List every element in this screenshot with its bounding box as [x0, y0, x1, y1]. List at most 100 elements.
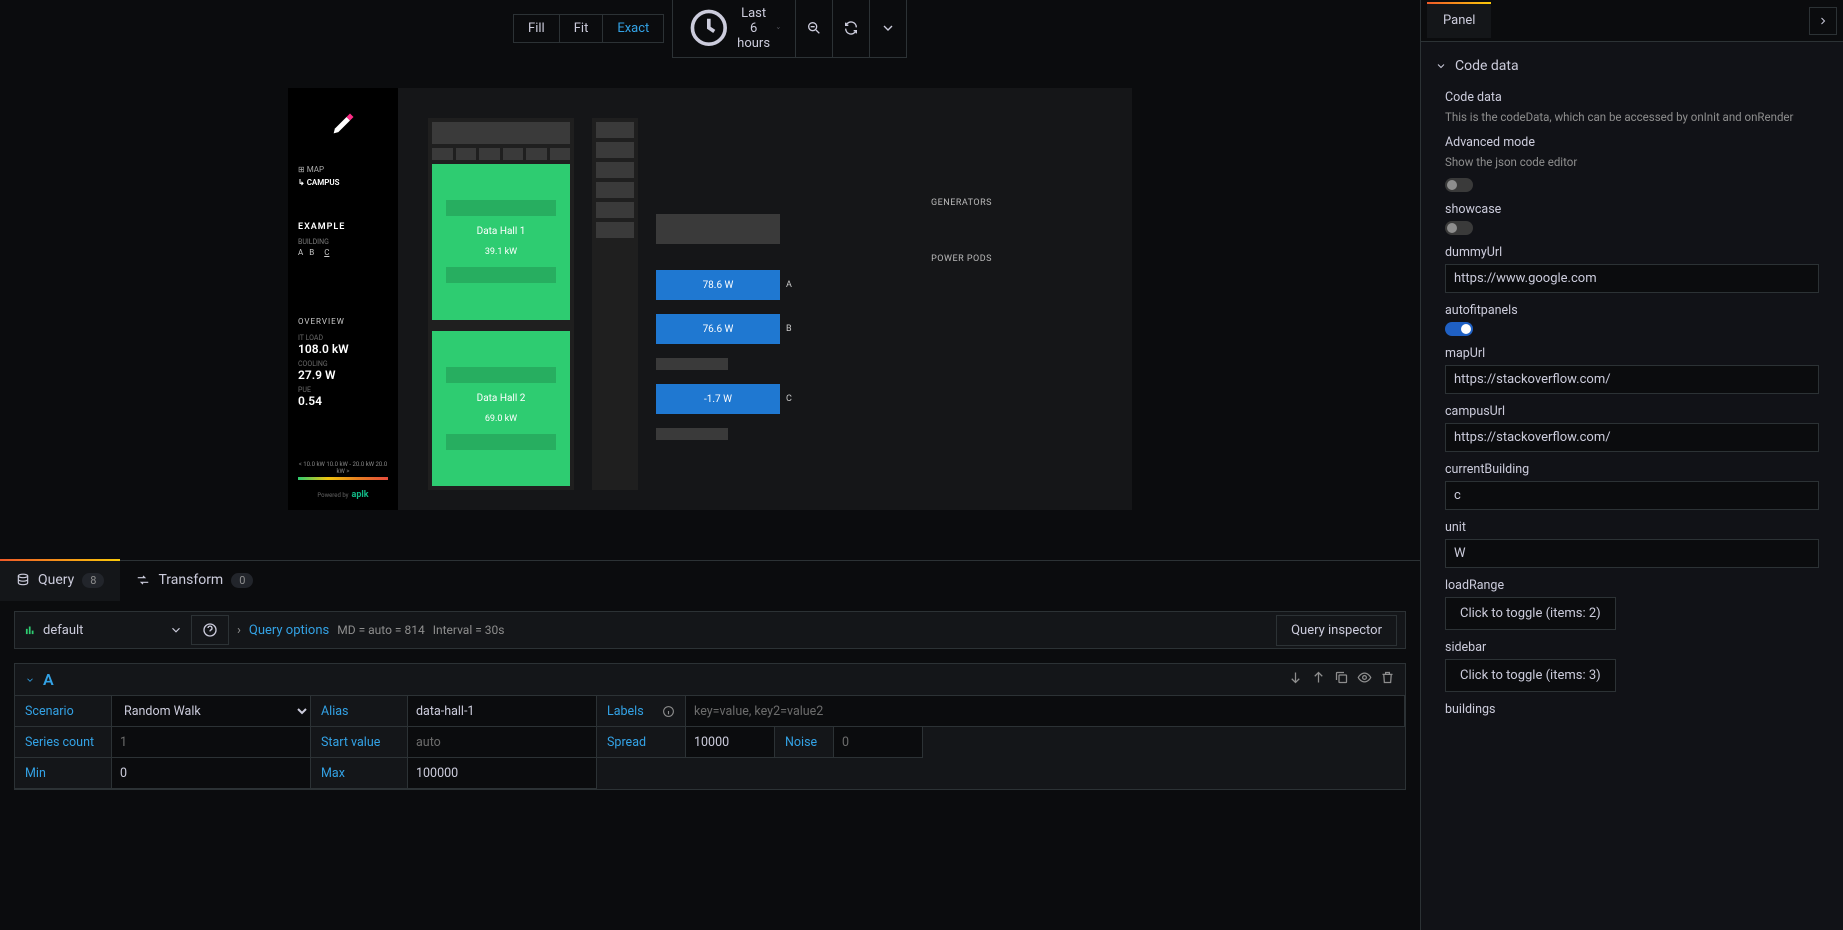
building-selector: ABC — [288, 246, 398, 257]
currentbuilding-label: currentBuilding — [1445, 462, 1819, 477]
editor-toolbar: Fill Fit Exact Last 6 hours — [0, 0, 1420, 56]
query-inspector-button[interactable]: Query inspector — [1276, 615, 1397, 646]
power-pod-empty-2 — [656, 428, 1112, 440]
field-alias-label: Alias — [310, 695, 408, 727]
datasource-icon — [23, 623, 37, 637]
clock-icon — [687, 6, 731, 50]
refresh-icon — [843, 20, 859, 36]
advanced-mode-desc: Show the json code editor — [1445, 154, 1819, 170]
field-labels-input[interactable] — [685, 695, 1405, 727]
panel-preview-area: ⊞ MAP ↳ CAMPUS EXAMPLE BUILDING ABC OVER… — [0, 56, 1420, 554]
showcase-toggle[interactable] — [1445, 221, 1473, 235]
building-heading: BUILDING — [288, 238, 398, 246]
advanced-mode-toggle[interactable] — [1445, 178, 1473, 192]
loadrange-toggle-button[interactable]: Click to toggle (items: 2) — [1445, 597, 1616, 630]
info-icon[interactable] — [662, 705, 675, 718]
mapurl-label: mapUrl — [1445, 346, 1819, 361]
section-code-data[interactable]: Code data — [1421, 48, 1843, 84]
field-start-value-input[interactable] — [407, 726, 597, 758]
power-pod-c: -1.7 WC — [656, 384, 1112, 414]
code-data-desc: This is the codeData, which can be acces… — [1445, 109, 1819, 125]
editor-tabs: Query 8 Transform 0 — [0, 561, 1420, 601]
toggle-visibility-button[interactable] — [1357, 670, 1372, 689]
exact-button[interactable]: Exact — [603, 14, 664, 43]
refresh-interval-button[interactable] — [870, 0, 907, 58]
unit-input[interactable] — [1445, 539, 1819, 568]
field-series-count-label: Series count — [14, 726, 112, 758]
unit-label: unit — [1445, 520, 1819, 535]
field-scenario-select[interactable]: Random Walk — [111, 695, 311, 727]
field-min-label: Min — [14, 757, 112, 789]
brush-icon — [329, 110, 357, 138]
query-name: A — [43, 670, 54, 689]
chevron-down-icon[interactable] — [25, 675, 35, 685]
zoom-out-button[interactable] — [796, 0, 833, 58]
datasource-select[interactable]: default — [23, 623, 183, 638]
power-pod-b: 76.6 WB — [656, 314, 1112, 344]
move-down-button[interactable] — [1288, 670, 1303, 689]
duplicate-button[interactable] — [1334, 670, 1349, 689]
options-sidebar: Panel Code data Code data This is the co… — [1420, 0, 1843, 930]
editor-lower-pane: Query 8 Transform 0 default — [0, 560, 1420, 930]
data-halls-column: Data Hall 1 39.1 kW Data Hall 2 69.0 kW — [428, 118, 574, 490]
data-hall-2: Data Hall 2 69.0 kW — [432, 331, 570, 487]
field-spread-input[interactable] — [685, 726, 775, 758]
query-row-a: A Scenario Random Walk Alias — [14, 663, 1406, 790]
query-options-toggle[interactable]: Query options — [249, 623, 329, 638]
field-scenario-label: Scenario — [14, 695, 112, 727]
expand-sidebar-button[interactable] — [1809, 7, 1837, 35]
help-icon — [202, 622, 218, 638]
chevron-down-icon — [169, 623, 183, 637]
buildings-label: buildings — [1445, 702, 1819, 717]
autofitpanels-toggle[interactable] — [1445, 322, 1473, 336]
power-pod-empty-1 — [656, 358, 1112, 370]
panel-frame: ⊞ MAP ↳ CAMPUS EXAMPLE BUILDING ABC OVER… — [288, 88, 1132, 510]
chevron-right-icon — [1817, 15, 1829, 27]
campusurl-input[interactable] — [1445, 423, 1819, 452]
load-scale: < 10.0 kW 10.0 kW - 20.0 kW 20.0 kW > — [288, 451, 398, 480]
panel-nav: ⊞ MAP ↳ CAMPUS — [288, 160, 398, 194]
query-md: MD = auto = 814 — [337, 623, 424, 637]
metric-label-cooling: COOLING — [288, 356, 398, 368]
database-icon — [16, 573, 30, 587]
currentbuilding-input[interactable] — [1445, 481, 1819, 510]
generators-column — [592, 118, 638, 490]
delete-button[interactable] — [1380, 670, 1395, 689]
sidebar-toggle-button[interactable]: Click to toggle (items: 3) — [1445, 659, 1616, 692]
refresh-button[interactable] — [833, 0, 870, 58]
loadrange-label: loadRange — [1445, 578, 1819, 593]
advanced-mode-label: Advanced mode — [1445, 135, 1819, 150]
field-labels-label: Labels — [596, 695, 686, 727]
code-data-label: Code data — [1445, 90, 1819, 105]
fill-button[interactable]: Fill — [513, 14, 560, 43]
query-options-row: default › Query options MD = auto = 814 … — [14, 611, 1406, 649]
dummyurl-input[interactable] — [1445, 264, 1819, 293]
metric-value-cooling: 27.9 W — [288, 368, 398, 382]
query-body: default › Query options MD = auto = 814 … — [0, 601, 1420, 930]
panel-main: Data Hall 1 39.1 kW Data Hall 2 69.0 kW — [398, 88, 1132, 510]
move-up-button[interactable] — [1311, 670, 1326, 689]
showcase-label: showcase — [1445, 202, 1819, 217]
time-picker-button[interactable]: Last 6 hours — [672, 0, 796, 58]
metric-label-itload: IT LOAD — [288, 330, 398, 342]
time-range-group: Last 6 hours — [672, 0, 907, 58]
tab-query[interactable]: Query 8 — [0, 561, 120, 601]
view-mode-group: Fill Fit Exact — [513, 14, 664, 43]
tab-panel[interactable]: Panel — [1427, 3, 1491, 38]
field-noise-input[interactable] — [833, 726, 923, 758]
field-alias-input[interactable] — [407, 695, 597, 727]
mapurl-input[interactable] — [1445, 365, 1819, 394]
dummyurl-label: dummyUrl — [1445, 245, 1819, 260]
field-max-input[interactable] — [407, 757, 597, 789]
datasource-help-button[interactable] — [191, 615, 229, 645]
field-series-count-input[interactable] — [111, 726, 311, 758]
field-min-input[interactable] — [111, 757, 311, 789]
chevron-down-icon — [880, 20, 896, 36]
fit-button[interactable]: Fit — [560, 14, 604, 43]
power-pods-label: POWER PODS — [656, 254, 1112, 264]
tab-transform[interactable]: Transform 0 — [120, 561, 269, 601]
chevron-down-icon — [776, 23, 781, 33]
panel-logo — [288, 88, 398, 160]
field-start-value-label: Start value — [310, 726, 408, 758]
right-indicators: GENERATORS POWER PODS 78.6 WA 76.6 WB -1… — [656, 118, 1112, 490]
